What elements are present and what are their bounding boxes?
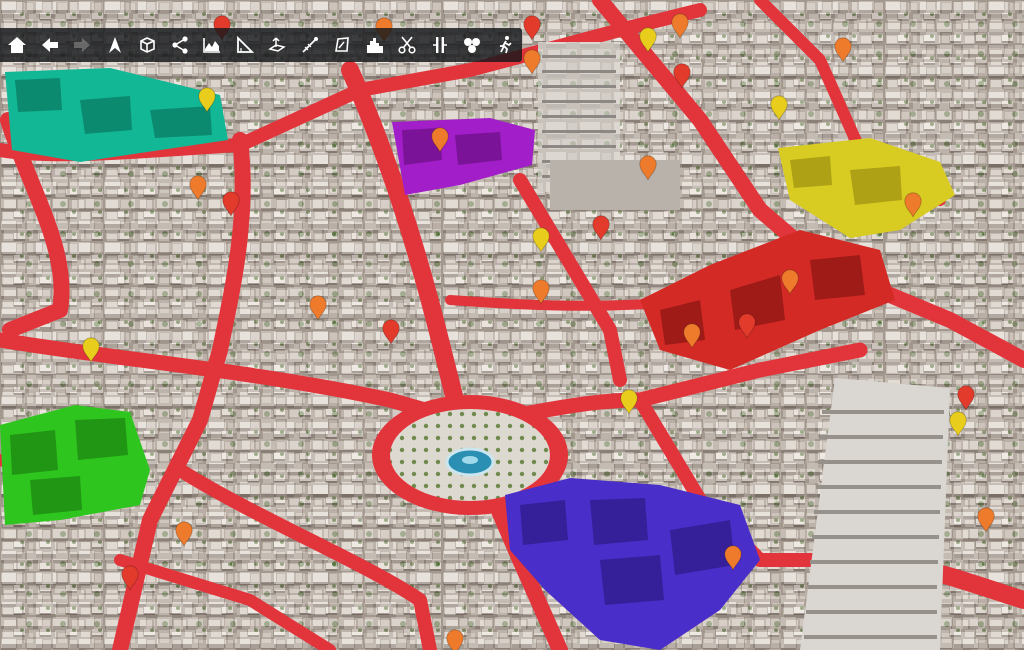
walk-mode-button[interactable]	[490, 30, 520, 60]
map-toolbar	[0, 28, 522, 62]
person-walk-icon	[499, 36, 512, 54]
pointer-icon	[108, 37, 121, 53]
section-plane-icon	[268, 37, 286, 52]
cube-icon	[140, 37, 155, 53]
area-measure-icon	[335, 37, 349, 52]
select-tool-button[interactable]	[100, 30, 130, 60]
green-district[interactable]	[0, 405, 150, 525]
home-icon	[8, 37, 26, 53]
forward-button[interactable]	[67, 30, 97, 60]
home-button[interactable]	[2, 30, 32, 60]
section-plane-button[interactable]	[262, 30, 292, 60]
arrow-right-icon	[74, 38, 90, 52]
clip-button[interactable]	[392, 30, 422, 60]
back-button[interactable]	[35, 30, 65, 60]
arrow-left-icon	[41, 38, 58, 52]
layers-blob-icon	[464, 38, 480, 53]
line-measure-button[interactable]	[295, 30, 325, 60]
share-button[interactable]	[165, 30, 195, 60]
area-measure-button[interactable]	[327, 30, 357, 60]
city-buildings-icon	[366, 38, 383, 53]
line-measure-icon	[301, 37, 318, 53]
angle-measure-icon	[236, 35, 254, 53]
buildings-layer-button[interactable]	[360, 30, 390, 60]
layers-button[interactable]	[457, 30, 487, 60]
scissors-icon	[398, 36, 416, 54]
city-3d-map[interactable]	[0, 0, 1024, 650]
terrain-profile-button[interactable]	[197, 30, 227, 60]
split-view-icon	[432, 37, 447, 53]
3d-view-button[interactable]	[132, 30, 162, 60]
terrain-profile-icon	[203, 38, 220, 53]
angle-measure-button[interactable]	[230, 30, 260, 60]
share-icon	[171, 36, 188, 54]
split-view-button[interactable]	[425, 30, 455, 60]
